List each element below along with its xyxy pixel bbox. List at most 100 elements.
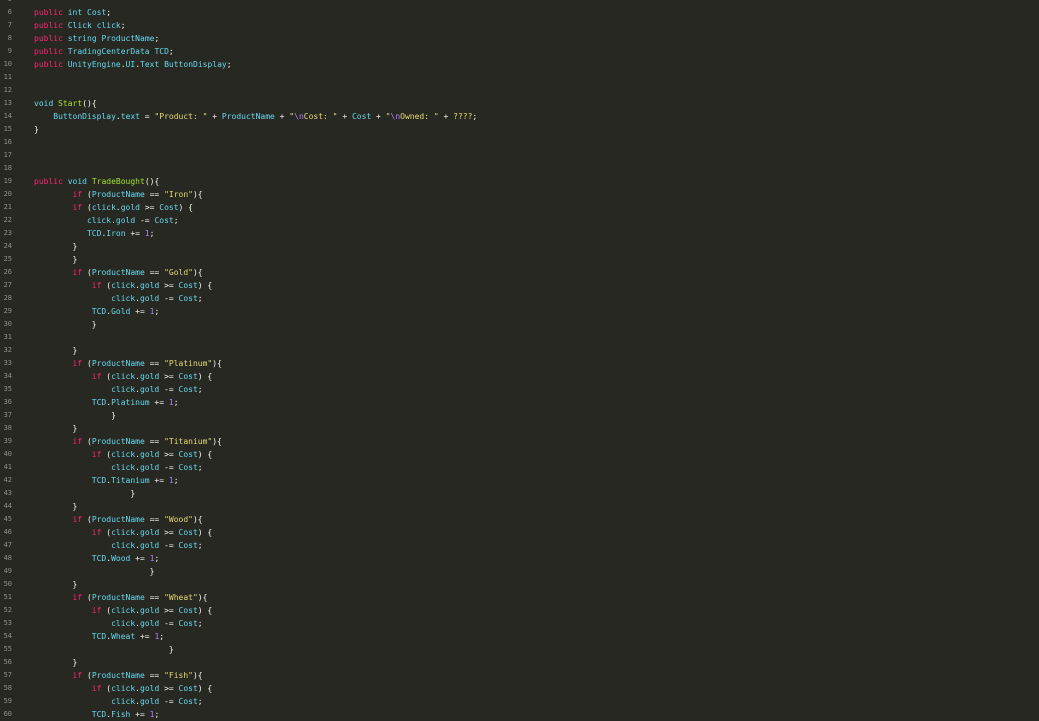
code-token: if [72, 593, 83, 602]
code-token: Cost [178, 294, 198, 303]
line-number: 51 [3, 593, 12, 601]
code-token: gold [139, 697, 160, 706]
code-token: ; [106, 8, 112, 17]
code-text: public void TradeBought(){ [34, 175, 159, 188]
code-text: public int Cost; [34, 6, 111, 19]
code-token: ( [101, 372, 112, 381]
code-token: } [34, 242, 78, 251]
line-number: 46 [3, 528, 12, 536]
code-text: } [34, 578, 78, 591]
code-text: } [34, 344, 78, 357]
code-token: if [72, 203, 83, 212]
line-number: 14 [3, 112, 12, 120]
code-token: += [130, 307, 150, 316]
code-token: public [34, 60, 63, 69]
line-number: 50 [3, 580, 12, 588]
code-text: } [34, 643, 174, 656]
code-token: ; [197, 294, 203, 303]
code-token: >= [159, 281, 179, 290]
code-token: "Platinum" [164, 359, 213, 368]
line-number: 28 [3, 294, 12, 302]
code-token: gold [140, 281, 160, 290]
code-token: Cost [178, 528, 198, 537]
line-number: 53 [3, 619, 12, 627]
code-text: ButtonDisplay.text = "Product: " + Produ… [34, 110, 477, 123]
code-token: } [34, 346, 78, 355]
code-token: Cost [178, 606, 198, 615]
line-number: 16 [3, 138, 12, 146]
code-token: ProductName [91, 437, 145, 446]
line-number: 40 [3, 450, 12, 458]
code-text: click.gold -= Cost; [34, 214, 179, 227]
line-number: 10 [3, 60, 12, 68]
code-token: ; [472, 112, 478, 121]
code-token: += [130, 710, 150, 719]
line-number: 43 [3, 489, 12, 497]
code-token: if [91, 281, 102, 290]
code-token: ProductName [221, 112, 275, 121]
code-text: TCD.Platinum += 1; [34, 396, 179, 409]
code-token: >= [159, 450, 179, 459]
code-token: == [144, 437, 165, 446]
code-token: public [34, 34, 63, 43]
code-token: Cost [178, 450, 198, 459]
code-token: Iron [106, 229, 126, 238]
code-token: ( [82, 190, 92, 199]
code-token: ) { [197, 606, 213, 615]
code-token: ){ [192, 190, 203, 199]
code-token: -= [159, 463, 179, 472]
code-token: ){ [192, 515, 203, 524]
line-number: 34 [3, 372, 12, 380]
code-token: ( [101, 450, 112, 459]
code-token: click [111, 684, 136, 693]
code-editor[interactable]: 56 public int Cost; 7 public Click click; 8 p… [0, 0, 1039, 719]
code-token: Text [140, 60, 160, 69]
code-token: } [34, 320, 97, 329]
code-token: + [274, 112, 290, 121]
code-token: ???? [453, 112, 473, 121]
code-token: gold [140, 684, 160, 693]
code-token: (){ [144, 177, 160, 186]
code-text: if (click.gold >= Cost) { [34, 682, 212, 695]
code-token: } [34, 424, 78, 433]
code-token: } [34, 255, 78, 264]
code-token: if [72, 268, 83, 277]
line-number: 15 [3, 125, 12, 133]
code-token: } [34, 489, 136, 498]
code-token: ( [82, 593, 92, 602]
line-number: 8 [7, 34, 12, 42]
code-token: public [34, 8, 63, 17]
code-token: ButtonDisplay [53, 112, 116, 121]
code-token: + [438, 112, 454, 121]
code-token: ; [173, 216, 179, 225]
code-token: Start [58, 99, 83, 108]
code-token: UI [125, 60, 136, 69]
line-number: 26 [3, 268, 12, 276]
code-token: "Product: " [154, 112, 208, 121]
code-token: Cost [178, 385, 198, 394]
code-token: gold [139, 294, 160, 303]
code-token: ; [173, 476, 179, 485]
code-token: click [111, 541, 136, 550]
code-token: ( [82, 203, 92, 212]
code-token: gold [139, 463, 160, 472]
code-token: + [207, 112, 222, 121]
line-number: 38 [3, 424, 12, 432]
code-token: click [111, 294, 136, 303]
line-number: 25 [3, 255, 12, 263]
code-token: ( [101, 606, 112, 615]
code-text: if (ProductName == "Titanium"){ [34, 435, 222, 448]
code-text: click.gold -= Cost; [34, 695, 203, 708]
code-text: if (ProductName == "Wood"){ [34, 513, 203, 526]
